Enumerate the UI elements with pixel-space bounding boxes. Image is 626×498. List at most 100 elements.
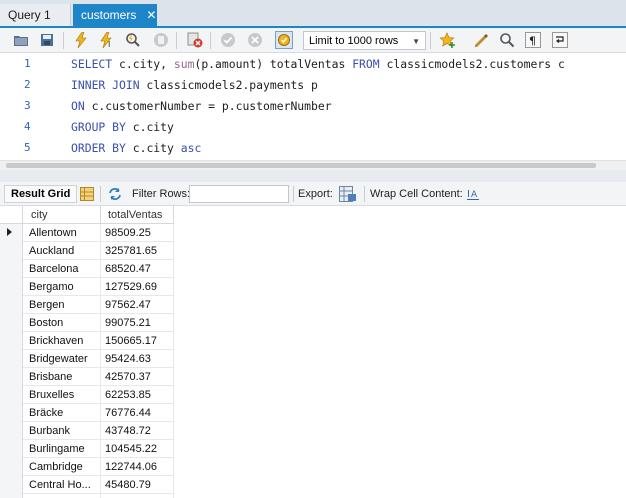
row-header[interactable] [0,476,23,494]
table-row[interactable]: Bruxelles 62253.85 [0,386,174,404]
row-header[interactable] [0,404,23,422]
cell-totalventas[interactable]: 99075.21 [101,314,174,332]
table-row[interactable]: Auckland 325781.65 [0,242,174,260]
row-header[interactable] [0,386,23,404]
table-row[interactable]: Cambridge 122744.06 [0,458,174,476]
cell-totalventas[interactable]: 104545.22 [101,440,174,458]
table-row[interactable]: Bräcke 76776.44 [0,404,174,422]
row-header[interactable] [0,278,23,296]
stop-icon[interactable] [152,31,170,49]
table-row[interactable]: Boston 99075.21 [0,314,174,332]
cell-city[interactable]: Cambridge [23,458,101,476]
autocommit-icon[interactable] [275,31,293,49]
tab-query-1[interactable]: Query 1 [0,4,71,26]
result-grid[interactable]: city totalVentas Allentown 98509.25 Auckla… [0,206,174,498]
cell-city[interactable]: Auckland [23,242,101,260]
row-header[interactable] [0,494,23,498]
cell-totalventas[interactable]: 62253.85 [101,386,174,404]
wrap-icon[interactable] [551,31,569,49]
result-grid-tab[interactable]: Result Grid [4,185,78,203]
cell-totalventas[interactable]: 150665.17 [101,332,174,350]
row-header[interactable] [0,368,23,386]
explain-icon[interactable] [124,31,142,49]
row-header[interactable] [0,260,23,278]
open-folder-icon[interactable] [12,31,30,49]
code-line[interactable]: 4 GROUP BY c.city [0,116,626,137]
row-header[interactable] [0,296,23,314]
cell-totalventas[interactable]: 76776.44 [101,404,174,422]
cell-totalventas[interactable]: 45480.79 [101,476,174,494]
wrap-cell-icon[interactable]: IA [466,186,480,202]
form-editor-icon[interactable] [80,186,94,202]
cell-totalventas[interactable]: 98509.25 [101,224,174,242]
cell-totalventas[interactable]: 122744.06 [101,458,174,476]
table-row[interactable]: Barcelona 68520.47 [0,260,174,278]
column-header-totalventas[interactable]: totalVentas [101,206,174,224]
panel-splitter[interactable] [0,170,626,182]
table-row[interactable]: Charleroi29217.18 [0,494,174,498]
row-header[interactable] [0,242,23,260]
invisible-chars-icon[interactable]: ¶ [524,31,542,49]
execute-current-icon[interactable]: I [98,31,116,49]
column-header-city[interactable]: city [23,206,101,224]
row-header[interactable] [0,440,23,458]
cell-city[interactable]: Bräcke [23,404,101,422]
cell-city[interactable]: Bergen [23,296,101,314]
cell-totalventas[interactable]: 43748.72 [101,422,174,440]
execute-icon[interactable] [72,31,90,49]
cell-city[interactable]: Brisbane [23,368,101,386]
table-row[interactable]: Brickhaven 150665.17 [0,332,174,350]
row-header[interactable] [0,332,23,350]
close-icon[interactable]: ✕ [146,8,156,22]
cell-city[interactable]: Allentown [23,224,101,242]
cell-city[interactable]: Boston [23,314,101,332]
cell-totalventas[interactable]: 325781.65 [101,242,174,260]
bookmark-icon[interactable] [438,31,456,49]
toggle-error-icon[interactable] [186,31,204,49]
beautify-icon[interactable] [472,31,490,49]
rollback-icon[interactable] [246,31,264,49]
row-header-corner[interactable] [0,206,23,224]
table-row[interactable]: Brisbane 42570.37 [0,368,174,386]
cell-city[interactable]: Burbank [23,422,101,440]
find-icon[interactable] [498,31,516,49]
table-row[interactable]: Allentown 98509.25 [0,224,174,242]
table-row[interactable]: Bergen 97562.47 [0,296,174,314]
cell-city[interactable]: Bergamo [23,278,101,296]
cell-totalventas[interactable]: 97562.47 [101,296,174,314]
row-header[interactable] [0,224,23,242]
cell-totalventas[interactable]: 42570.37 [101,368,174,386]
cell-totalventas[interactable]: 68520.47 [101,260,174,278]
commit-icon[interactable] [219,31,237,49]
filter-rows-input[interactable] [189,185,289,203]
cell-city[interactable]: Charleroi [23,494,101,498]
cell-totalventas[interactable]: 95424.63 [101,350,174,368]
code-line[interactable]: 5 ORDER BY c.city asc [0,137,626,158]
cell-totalventas[interactable]: 127529.69 [101,278,174,296]
tab-customers[interactable]: customers ✕ [73,4,157,26]
cell-city[interactable]: Burlingame [23,440,101,458]
code-line[interactable]: 2 INNER JOIN classicmodels2.payments p [0,74,626,95]
code-line[interactable]: 3 ON c.customerNumber = p.customerNumber [0,95,626,116]
limit-rows-select[interactable]: Limit to 1000 rows ▼ [303,31,426,50]
sql-editor[interactable]: 1 SELECT c.city, sum(p.amount) totalVenta… [0,53,626,160]
cell-city[interactable]: Bridgewater [23,350,101,368]
cell-city[interactable]: Bruxelles [23,386,101,404]
code-line[interactable]: 1 SELECT c.city, sum(p.amount) totalVenta… [0,53,626,74]
table-row[interactable]: Burlingame 104545.22 [0,440,174,458]
table-row[interactable]: Bergamo 127529.69 [0,278,174,296]
row-header[interactable] [0,422,23,440]
row-header[interactable] [0,314,23,332]
cell-city[interactable]: Brickhaven [23,332,101,350]
table-row[interactable]: Bridgewater 95424.63 [0,350,174,368]
table-row[interactable]: Burbank 43748.72 [0,422,174,440]
row-header[interactable] [0,350,23,368]
cell-city[interactable]: Barcelona [23,260,101,278]
cell-city[interactable]: Central Ho... [23,476,101,494]
save-icon[interactable] [38,31,56,49]
refresh-icon[interactable] [107,186,123,202]
row-header[interactable] [0,458,23,476]
export-icon[interactable] [339,186,357,202]
table-row[interactable]: Central Ho... 45480.79 [0,476,174,494]
editor-horizontal-scrollbar[interactable] [0,160,626,170]
